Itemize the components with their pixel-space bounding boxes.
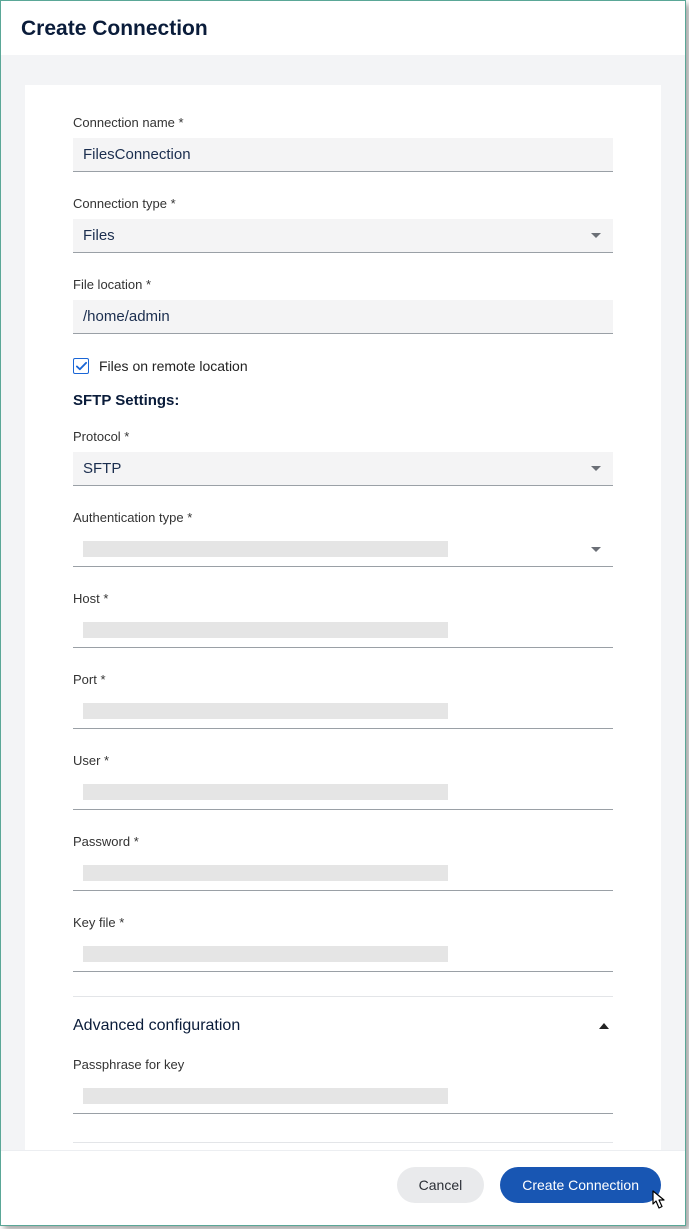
field-host: Host * [73, 591, 613, 648]
auth-type-select[interactable] [73, 533, 613, 567]
protocol-select[interactable]: SFTP [73, 452, 613, 486]
advanced-configuration-title: Advanced configuration [73, 1017, 240, 1035]
field-key-file: Key file * [73, 915, 613, 972]
file-location-input-wrap[interactable] [73, 300, 613, 334]
dialog-title: Create Connection [21, 17, 665, 41]
field-connection-type: Connection type * Files [73, 196, 613, 253]
sftp-settings-heading: SFTP Settings: [73, 392, 613, 409]
dialog-header: Create Connection [1, 1, 685, 55]
password-input-wrap[interactable] [73, 857, 613, 891]
user-input[interactable] [83, 784, 603, 801]
chevron-down-icon [591, 466, 601, 471]
field-port: Port * [73, 672, 613, 729]
key-file-input[interactable] [83, 946, 603, 963]
passphrase-input[interactable] [83, 1088, 603, 1105]
field-protocol: Protocol * SFTP [73, 429, 613, 486]
password-input[interactable] [83, 865, 603, 882]
connection-type-label: Connection type * [73, 196, 613, 211]
port-label: Port * [73, 672, 613, 687]
cancel-button[interactable]: Cancel [397, 1167, 485, 1203]
check-icon [76, 361, 87, 372]
user-label: User * [73, 753, 613, 768]
connection-type-select[interactable]: Files [73, 219, 613, 253]
connection-name-label: Connection name * [73, 115, 613, 130]
field-file-location: File location * [73, 277, 613, 334]
host-label: Host * [73, 591, 613, 606]
key-file-label: Key file * [73, 915, 613, 930]
create-connection-button[interactable]: Create Connection [500, 1167, 661, 1203]
user-input-wrap[interactable] [73, 776, 613, 810]
field-auth-type: Authentication type * [73, 510, 613, 567]
file-location-input[interactable] [83, 308, 603, 325]
auth-type-label: Authentication type * [73, 510, 613, 525]
password-label: Password * [73, 834, 613, 849]
remote-checkbox[interactable] [73, 358, 89, 374]
passphrase-label: Passphrase for key [73, 1057, 613, 1072]
chevron-down-icon [591, 547, 601, 552]
host-input[interactable] [83, 622, 603, 639]
dialog-footer: Cancel Create Connection [1, 1150, 685, 1225]
remote-checkbox-label: Files on remote location [99, 358, 248, 374]
connection-name-input[interactable] [83, 146, 603, 163]
field-user: User * [73, 753, 613, 810]
field-connection-name: Connection name * [73, 115, 613, 172]
protocol-value: SFTP [83, 460, 591, 477]
field-passphrase: Passphrase for key [73, 1057, 613, 1114]
chevron-up-icon [599, 1023, 609, 1029]
form-card: Connection name * Connection type * File… [25, 85, 661, 1150]
dialog-body: Connection name * Connection type * File… [1, 55, 685, 1150]
connection-name-input-wrap[interactable] [73, 138, 613, 172]
port-input-wrap[interactable] [73, 695, 613, 729]
host-input-wrap[interactable] [73, 614, 613, 648]
divider [73, 1142, 613, 1143]
field-password: Password * [73, 834, 613, 891]
port-input[interactable] [83, 703, 603, 720]
divider [73, 996, 613, 997]
key-file-input-wrap[interactable] [73, 938, 613, 972]
advanced-configuration-toggle[interactable]: Advanced configuration [73, 1009, 613, 1043]
protocol-label: Protocol * [73, 429, 613, 444]
create-connection-dialog: Create Connection Connection name * Conn… [0, 0, 686, 1226]
connection-type-value: Files [83, 227, 591, 244]
remote-checkbox-row: Files on remote location [73, 358, 613, 374]
chevron-down-icon [591, 233, 601, 238]
file-location-label: File location * [73, 277, 613, 292]
passphrase-input-wrap[interactable] [73, 1080, 613, 1114]
